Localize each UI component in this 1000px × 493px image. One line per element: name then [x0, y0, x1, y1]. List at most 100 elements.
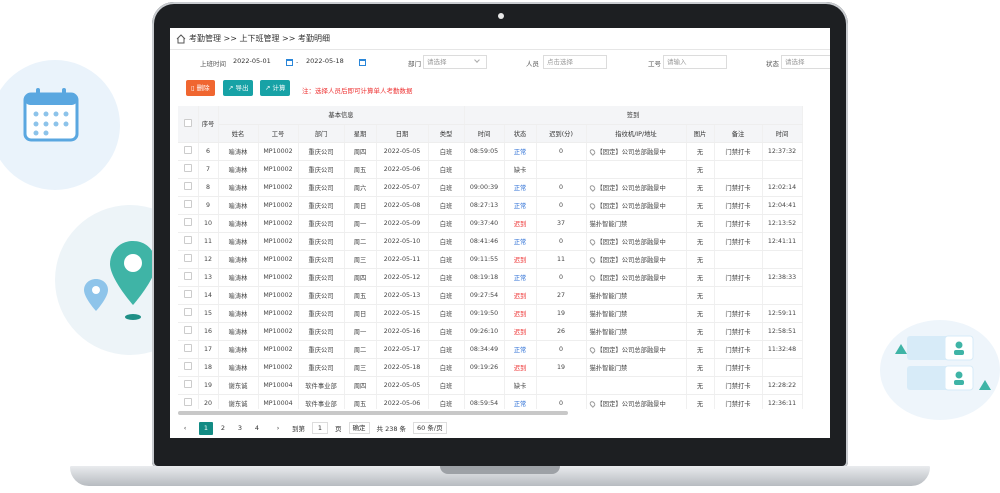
row-select-cell — [178, 340, 199, 359]
table-cell: 26 — [536, 322, 587, 341]
table-cell: 门禁打卡 — [714, 268, 763, 287]
table-cell: 无 — [686, 268, 715, 287]
calc-button[interactable]: ↗ 计算 — [260, 80, 291, 96]
column-header-row: 姓名 工号 部门 星期 日期 类型 时间 状态 迟到(分) 指纹机/IP/地址 图片 备注 时间 — [178, 124, 803, 143]
table-cell: 无 — [686, 358, 715, 377]
table-cell: 08:34:49 — [464, 340, 505, 359]
table-cell: 猫扑智能门禁 — [586, 214, 687, 233]
export-button[interactable]: ↗ 导出 — [223, 80, 254, 96]
table-cell: 猫扑智能门禁 — [586, 358, 687, 377]
calendar-icon[interactable] — [359, 59, 366, 66]
horizontal-scrollbar[interactable] — [178, 411, 568, 415]
page-number[interactable]: 2 — [216, 422, 230, 435]
row-checkbox[interactable] — [183, 290, 192, 298]
row-checkbox[interactable] — [183, 272, 192, 280]
confirm-button[interactable]: 确定 — [348, 422, 370, 434]
table-cell: 2022-05-10 — [376, 232, 429, 251]
row-select-cell — [178, 322, 199, 341]
date-from-input[interactable]: 2022-05-01 — [230, 55, 280, 69]
table-cell: 迟到 — [504, 250, 537, 269]
table-cell: 09:27:54 — [464, 286, 505, 305]
table-cell: 白班 — [428, 286, 465, 305]
page-size-select[interactable]: 60 条/页 — [413, 422, 447, 434]
goto-input[interactable]: 1 — [312, 422, 328, 434]
table-cell: MP10002 — [258, 232, 299, 251]
table-cell — [714, 286, 763, 305]
id-input[interactable]: 请输入 — [663, 55, 727, 69]
table-cell: MP10002 — [258, 142, 299, 161]
row-checkbox[interactable] — [183, 308, 192, 316]
row-checkbox[interactable] — [183, 182, 192, 190]
row-checkbox[interactable] — [183, 344, 192, 352]
table-cell: 无 — [686, 250, 715, 269]
device-address: 猫扑智能门禁 — [589, 292, 628, 300]
table-row[interactable]: 14 喻涛林 MP10002 重庆公司 周五 2022-05-13 白班 09:27:54 迟到… — [178, 286, 803, 305]
row-select-cell — [178, 250, 199, 269]
next-page-icon[interactable]: › — [271, 422, 285, 435]
status-select[interactable]: 请选择 — [781, 55, 830, 69]
webcam — [498, 13, 504, 19]
table-cell: 重庆公司 — [298, 232, 345, 251]
row-checkbox[interactable] — [183, 236, 192, 244]
calendar-icon[interactable] — [286, 59, 293, 66]
status-label: 状态 — [766, 60, 779, 68]
device-address: 【固定】公司总部融景中 — [596, 400, 666, 408]
table-row[interactable]: 17 喻涛林 MP10002 重庆公司 周二 2022-05-17 白班 08:34:49 正常… — [178, 340, 803, 359]
table-cell: 09:11:55 — [464, 250, 505, 269]
table-row[interactable]: 16 喻涛林 MP10002 重庆公司 周一 2022-05-16 白班 09:26:10 迟到… — [178, 322, 803, 341]
group-sign: 签到 — [464, 106, 803, 125]
row-checkbox[interactable] — [183, 398, 192, 406]
table-cell: 0 — [536, 232, 587, 251]
person-picker[interactable]: 点击选择 — [543, 55, 607, 69]
table-row[interactable]: 15 喻涛林 MP10002 重庆公司 周日 2022-05-15 白班 09:19:50 迟到… — [178, 304, 803, 323]
table-row[interactable]: 6 喻涛林 MP10002 重庆公司 周四 2022-05-05 白班 08:59:05 正常 0… — [178, 142, 803, 161]
table-cell: MP10002 — [258, 178, 299, 197]
date-label: 上班时间 — [200, 60, 226, 68]
home-icon[interactable] — [176, 33, 186, 44]
table-row[interactable]: 18 喻涛林 MP10002 重庆公司 周三 2022-05-18 白班 09:19:26 迟到… — [178, 358, 803, 377]
table-cell: 0 — [536, 394, 587, 409]
select-all-checkbox[interactable] — [183, 118, 192, 127]
table-cell: 正常 — [504, 394, 537, 409]
column-header: 日期 — [376, 124, 429, 143]
page-unit: 页 — [335, 425, 342, 433]
row-checkbox[interactable] — [183, 362, 192, 370]
date-to-input[interactable]: 2022-05-18 — [303, 55, 353, 69]
table-row[interactable]: 11 喻涛林 MP10002 重庆公司 周二 2022-05-10 白班 08:41:46 正常… — [178, 232, 803, 251]
table-cell: 门禁打卡 — [714, 304, 763, 323]
row-checkbox[interactable] — [183, 218, 192, 226]
prev-page-icon[interactable]: ‹ — [178, 422, 192, 435]
table-cell: 重庆公司 — [298, 160, 345, 179]
table-cell: MP10004 — [258, 376, 299, 395]
table-row[interactable]: 20 谢东诚 MP10004 软件事业部 周五 2022-05-06 白班 08:59:54 正… — [178, 394, 803, 409]
column-header: 指纹机/IP/地址 — [586, 124, 687, 143]
row-checkbox[interactable] — [183, 254, 192, 262]
row-checkbox[interactable] — [183, 200, 192, 208]
row-checkbox[interactable] — [183, 326, 192, 334]
page-number[interactable]: 4 — [250, 422, 264, 435]
table-cell: 08:41:46 — [464, 232, 505, 251]
page-number[interactable]: 1 — [199, 421, 213, 435]
table-cell: MP10002 — [258, 214, 299, 233]
row-checkbox[interactable] — [183, 164, 192, 172]
table-cell: 12 — [198, 250, 219, 269]
table-cell: 17 — [198, 340, 219, 359]
table-cell: 无 — [686, 196, 715, 215]
page-number[interactable]: 3 — [233, 422, 247, 435]
date-dash: - — [296, 58, 299, 66]
table-cell: 喻涛林 — [218, 286, 259, 305]
table-row[interactable]: 12 喻涛林 MP10002 重庆公司 周三 2022-05-11 白班 09:11:55 迟到… — [178, 250, 803, 269]
table-row[interactable]: 10 喻涛林 MP10002 重庆公司 周一 2022-05-09 白班 09:37:40 迟到… — [178, 214, 803, 233]
row-checkbox[interactable] — [183, 146, 192, 154]
table-cell: 10 — [198, 214, 219, 233]
table-row[interactable]: 13 喻涛林 MP10002 重庆公司 周四 2022-05-12 白班 08:19:18 正常… — [178, 268, 803, 287]
table-cell: 重庆公司 — [298, 142, 345, 161]
table-row[interactable]: 7 喻涛林 MP10002 重庆公司 周五 2022-05-06 白班 缺卡 无 — [178, 160, 803, 179]
table-cell — [586, 376, 687, 395]
delete-button[interactable]: ▯ 删除 — [186, 80, 215, 96]
table-row[interactable]: 19 谢东诚 MP10004 软件事业部 周四 2022-05-05 白班 缺卡 无门禁打卡 12… — [178, 376, 803, 395]
table-row[interactable]: 8 喻涛林 MP10002 重庆公司 周六 2022-05-07 白班 09:00:39 正常 0… — [178, 178, 803, 197]
row-checkbox[interactable] — [183, 380, 192, 388]
table-row[interactable]: 9 喻涛林 MP10002 重庆公司 周日 2022-05-08 白班 08:27:13 正常 0… — [178, 196, 803, 215]
table-cell: 2022-05-08 — [376, 196, 429, 215]
